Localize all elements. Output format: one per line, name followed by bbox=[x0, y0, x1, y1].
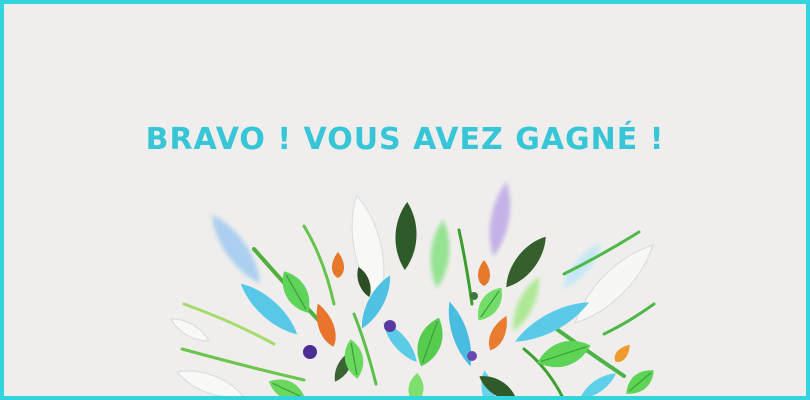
promo-banner: BRAVO ! VOUS AVEZ GAGNÉ ! bbox=[0, 0, 810, 400]
leaf-burst-illustration bbox=[170, 181, 656, 396]
